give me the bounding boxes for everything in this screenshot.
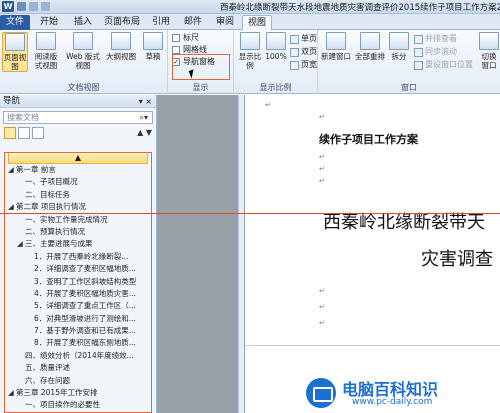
undo-icon[interactable] — [29, 2, 38, 11]
magnifier-icon — [240, 32, 260, 50]
word-app-icon[interactable]: W — [2, 1, 14, 12]
heading-tree-highlight — [4, 152, 152, 413]
navigation-title: 导航 — [3, 96, 21, 106]
document-gutter — [157, 95, 247, 413]
outline-view-button[interactable]: 大纲视图 — [106, 32, 136, 61]
navigation-view-tabs: ▲ ▼ — [0, 127, 156, 141]
print-layout-button[interactable]: 页面视图 — [2, 32, 28, 72]
save-icon[interactable] — [17, 2, 26, 11]
paragraph-mark: ↵ — [265, 101, 271, 109]
navigation-header: 导航 ▾ × — [0, 95, 156, 108]
ribbon-tabs: 文件 开始 插入 页面布局 引用 邮件 审阅 视图 — [0, 14, 500, 30]
search-icon[interactable]: ⌕▾ — [140, 112, 149, 123]
page-width-button[interactable]: 页宽 — [290, 60, 317, 70]
print-layout-icon — [5, 33, 25, 51]
document-page[interactable]: ↵ ↵ 续作子项目工作方案 ↵ ↵ ↵ 西秦岭北缘断裂带天 灾害调查 ↵ ↵ ↵ — [245, 95, 500, 413]
zoom-100-button[interactable]: 100% — [264, 32, 288, 61]
checkbox-icon — [172, 46, 180, 54]
outline-icon — [111, 32, 131, 50]
site-watermark: 电脑百科知识 www.pc-daily.com — [300, 372, 500, 413]
reset-window-button[interactable]: 重设窗口位置 — [414, 60, 473, 70]
headings-tab-icon[interactable] — [4, 127, 16, 139]
tab-references[interactable]: 引用 — [146, 15, 176, 30]
group-document-views: 页面视图 阅读版式视图 Web 版式视图 大纲视图 草稿 文档视图 — [0, 30, 168, 94]
group-label-show: 显示 — [192, 83, 209, 92]
one-page-button[interactable]: 单页 — [290, 34, 317, 44]
group-label-zoom: 显示比例 — [259, 83, 292, 92]
switch-windows-icon — [479, 32, 499, 50]
paragraph-mark: ↵ — [319, 153, 325, 161]
one-page-icon — [290, 34, 299, 44]
paragraph-mark: ↵ — [319, 287, 325, 295]
zoom-button[interactable]: 显示比例 — [236, 32, 264, 70]
group-label-window: 窗口 — [401, 83, 417, 92]
tab-file[interactable]: 文件 — [0, 15, 30, 30]
quick-access-toolbar — [17, 2, 50, 11]
ruler-checkbox[interactable]: 标尺 — [172, 33, 199, 43]
tab-page-layout[interactable]: 页面布局 — [100, 15, 144, 30]
web-layout-button[interactable]: Web 版式视图 — [64, 32, 102, 70]
dropdown-arrow-icon[interactable]: ▾ — [139, 97, 143, 106]
watermark-url: www.pc-daily.com — [352, 397, 433, 407]
web-layout-icon — [73, 32, 93, 50]
new-window-icon — [326, 32, 346, 50]
document-title-line-2: 灾害调查 — [421, 249, 493, 270]
two-pages-button[interactable]: 双页 — [290, 47, 317, 57]
checkbox-icon — [172, 34, 180, 42]
arrange-all-button[interactable]: 全部重排 — [354, 32, 386, 61]
paragraph-mark: ↵ — [319, 113, 325, 121]
pages-tab-icon[interactable] — [18, 127, 30, 139]
reset-window-icon — [414, 60, 423, 70]
tab-insert[interactable]: 插入 — [68, 15, 98, 30]
split-button[interactable]: 拆分 — [388, 32, 410, 61]
redo-icon[interactable] — [41, 2, 50, 11]
document-subheading: 续作子项目工作方案 — [319, 133, 418, 146]
tab-review[interactable]: 审阅 — [210, 15, 240, 30]
group-label-document-views: 文档视图 — [67, 83, 100, 92]
reading-layout-icon — [36, 32, 56, 50]
search-document-input[interactable]: 搜索文档 ⌕▾ — [3, 111, 153, 124]
switch-windows-button[interactable]: 切换窗口 — [478, 32, 500, 70]
group-zoom: 显示比例 100% 单页 双页 页宽 显示比例 — [234, 30, 318, 94]
group-window: 新建窗口 全部重排 拆分 并排查看 同步滚动 重设窗口位置 切换窗口 窗口 — [318, 30, 500, 94]
tab-home[interactable]: 开始 — [34, 15, 64, 30]
paragraph-mark: ↵ — [319, 177, 325, 185]
results-tab-icon[interactable] — [32, 127, 44, 139]
pane-controls: ▾ × — [139, 95, 152, 108]
two-pages-icon — [290, 47, 299, 57]
close-icon[interactable]: × — [145, 97, 152, 106]
paragraph-mark: ↵ — [319, 319, 325, 327]
document-title: 西秦岭北缘断裂带天水段地震地质灾害调查评价2015续作子项目工作方案201505… — [220, 3, 500, 13]
previous-next-arrows-icon[interactable]: ▲ ▼ — [137, 128, 152, 140]
draft-view-button[interactable]: 草稿 — [140, 32, 166, 61]
monitor-logo-icon — [306, 378, 336, 408]
view-side-by-side-button[interactable]: 并排查看 — [414, 34, 457, 44]
arrange-all-icon — [360, 32, 380, 50]
side-by-side-icon — [414, 34, 423, 44]
new-window-button[interactable]: 新建窗口 — [320, 32, 352, 61]
document-title-line-1: 西秦岭北缘断裂带天 — [323, 212, 485, 233]
search-placeholder: 搜索文档 — [7, 113, 39, 122]
split-icon — [389, 32, 409, 50]
document-shape-line — [245, 345, 500, 346]
draft-icon — [143, 32, 163, 50]
vertical-ruler — [238, 95, 244, 413]
tab-view[interactable]: 视图 — [242, 15, 272, 30]
tab-mailings[interactable]: 邮件 — [178, 15, 208, 30]
hundred-percent-icon — [266, 32, 286, 50]
reading-layout-button[interactable]: 阅读版式视图 — [32, 32, 60, 70]
annotation-divider-line — [0, 213, 500, 214]
sync-scroll-button[interactable]: 同步滚动 — [414, 47, 457, 57]
title-bar: W 西秦岭北缘断裂带天水段地震地质灾害调查评价2015续作子项目工作方案2015… — [0, 0, 500, 14]
sync-scroll-icon — [414, 47, 423, 57]
ribbon: 页面视图 阅读版式视图 Web 版式视图 大纲视图 草稿 文档视图 标尺 网格线 — [0, 30, 500, 94]
paragraph-mark: ↵ — [319, 303, 325, 311]
page-width-icon — [290, 60, 299, 70]
paragraph-mark: ↵ — [319, 165, 325, 173]
navigation-pane-highlight — [172, 54, 230, 80]
